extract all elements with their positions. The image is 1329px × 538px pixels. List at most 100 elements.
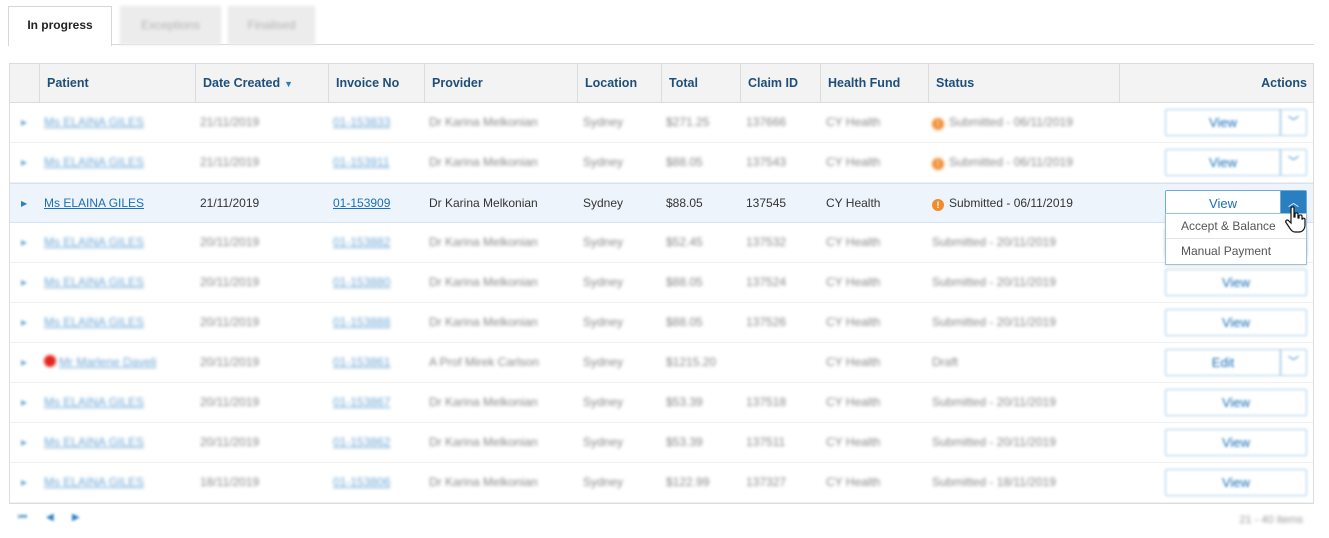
tab-exceptions[interactable]: Exceptions — [120, 6, 221, 45]
cell-invoice-text[interactable]: 01-153861 — [333, 355, 390, 369]
cell-invoice[interactable]: 01-153861 — [333, 343, 390, 382]
cell-patient-text[interactable]: Ms ELAINA GILES — [44, 435, 144, 449]
column-header-health-fund[interactable]: Health Fund — [820, 64, 928, 102]
table-row[interactable]: ▶ Ms ELAINA GILES 21/11/2019 01-153909 Dr Ka… — [10, 183, 1313, 223]
cell-location-text: Sydney — [583, 196, 624, 210]
cell-invoice-text[interactable]: 01-153880 — [333, 275, 390, 289]
cell-invoice-text[interactable]: 01-153888 — [333, 315, 390, 329]
cell-invoice-text[interactable]: 01-153862 — [333, 435, 390, 449]
cell-patient-text[interactable]: Mr Marlene Daveli — [59, 355, 156, 369]
table-row[interactable]: ▶ Ms ELAINA GILES 21/11/2019 01-153911 Dr Ka… — [10, 143, 1313, 183]
cell-date: 21/11/2019 — [200, 143, 259, 182]
table-row[interactable]: ▶ Ms ELAINA GILES 21/11/2019 01-153833 Dr Ka… — [10, 103, 1313, 143]
expand-row-icon[interactable]: ▶ — [21, 423, 27, 462]
cell-patient-text[interactable]: Ms ELAINA GILES — [44, 275, 144, 289]
cell-patient-text[interactable]: Ms ELAINA GILES — [44, 395, 144, 409]
table-row[interactable]: ▶ Ms ELAINA GILES 20/11/2019 01-153862 Dr Ka… — [10, 423, 1313, 463]
column-header-status[interactable]: Status — [928, 64, 1119, 102]
cell-patient[interactable]: Ms ELAINA GILES — [44, 143, 144, 182]
cell-invoice-text[interactable]: 01-153909 — [333, 196, 390, 210]
column-header-patient[interactable]: Patient — [39, 64, 195, 102]
column-header-date-created[interactable]: Date Created ▼ — [195, 64, 328, 102]
cell-patient[interactable]: Ms ELAINA GILES — [44, 463, 144, 502]
row-action-button[interactable]: View — [1166, 430, 1306, 455]
cell-patient-text[interactable]: Ms ELAINA GILES — [44, 155, 144, 169]
table-row[interactable]: ▶ Ms ELAINA GILES 20/11/2019 01-153882 Dr Ka… — [10, 223, 1313, 263]
cell-location-text: Sydney — [583, 115, 624, 129]
cell-invoice[interactable]: 01-153909 — [333, 184, 390, 223]
cell-invoice-text[interactable]: 01-153882 — [333, 235, 390, 249]
cell-patient[interactable]: Ms ELAINA GILES — [44, 423, 144, 462]
row-action-button[interactable]: View — [1166, 470, 1306, 495]
table-row[interactable]: ▶ Ms ELAINA GILES 20/11/2019 01-153880 Dr Ka… — [10, 263, 1313, 303]
sort-descending-icon[interactable]: ▼ — [284, 79, 293, 89]
cell-invoice[interactable]: 01-153880 — [333, 263, 390, 302]
table-row[interactable]: ▶ Ms ELAINA GILES 18/11/2019 01-153806 Dr Ka… — [10, 463, 1313, 503]
cell-patient[interactable]: Ms ELAINA GILES — [44, 184, 144, 223]
cell-invoice[interactable]: 01-153867 — [333, 383, 390, 422]
cell-invoice[interactable]: 01-153806 — [333, 463, 390, 502]
column-header-total[interactable]: Total — [661, 64, 740, 102]
row-action-button[interactable]: Edit — [1166, 350, 1280, 375]
first-page-icon[interactable]: ⏮ — [18, 512, 27, 523]
row-action-button[interactable]: View — [1166, 110, 1280, 135]
column-header-provider[interactable]: Provider — [424, 64, 577, 102]
cell-provider-text: Dr Karina Melkonian — [429, 115, 538, 129]
cell-patient[interactable]: Ms ELAINA GILES — [44, 103, 144, 142]
expand-row-icon[interactable]: ▶ — [21, 343, 27, 382]
cell-patient-text[interactable]: Ms ELAINA GILES — [44, 315, 144, 329]
chevron-down-icon[interactable]: ﹀ — [1280, 110, 1306, 135]
cell-patient[interactable]: Mr Marlene Daveli — [44, 343, 156, 382]
cell-provider-text: Dr Karina Melkonian — [429, 395, 538, 409]
cell-patient[interactable]: Ms ELAINA GILES — [44, 223, 144, 262]
column-header-claim-id[interactable]: Claim ID — [740, 64, 820, 102]
chevron-down-icon[interactable]: ﹀ — [1280, 350, 1306, 375]
next-page-icon[interactable]: ▶ — [72, 512, 80, 523]
cell-patient[interactable]: Ms ELAINA GILES — [44, 383, 144, 422]
expand-row-icon[interactable]: ▶ — [21, 383, 27, 422]
row-action-button[interactable]: View — [1166, 150, 1280, 175]
cell-invoice-text[interactable]: 01-153833 — [333, 115, 390, 129]
cell-provider-text: Dr Karina Melkonian — [429, 235, 538, 249]
expand-row-icon[interactable]: ▶ — [21, 263, 27, 302]
cell-invoice-text[interactable]: 01-153911 — [333, 155, 390, 169]
cell-invoice[interactable]: 01-153882 — [333, 223, 390, 262]
column-header-invoice[interactable]: Invoice No — [328, 64, 424, 102]
expand-row-icon[interactable]: ▶ — [21, 103, 27, 142]
row-action-button[interactable]: View — [1166, 270, 1306, 295]
cell-invoice-text[interactable]: 01-153867 — [333, 395, 390, 409]
expand-row-icon[interactable]: ▶ — [21, 303, 27, 342]
cell-provider: Dr Karina Melkonian — [429, 423, 538, 462]
row-action-button[interactable]: View — [1166, 310, 1306, 335]
previous-page-icon[interactable]: ◀ — [46, 512, 54, 523]
menu-item-manual-payment[interactable]: Manual Payment — [1166, 239, 1306, 264]
cell-date: 20/11/2019 — [200, 423, 259, 462]
cell-patient[interactable]: Ms ELAINA GILES — [44, 263, 144, 302]
cell-provider: Dr Karina Melkonian — [429, 143, 538, 182]
tab-in-progress[interactable]: In progress — [8, 6, 112, 46]
cell-location-text: Sydney — [583, 395, 624, 409]
table-row[interactable]: ▶ Ms ELAINA GILES 20/11/2019 01-153888 Dr Ka… — [10, 303, 1313, 343]
chevron-down-icon[interactable]: ﹀ — [1280, 150, 1306, 175]
cell-patient-text[interactable]: Ms ELAINA GILES — [44, 235, 144, 249]
expand-row-icon[interactable]: ▶ — [21, 143, 27, 182]
cell-patient-text[interactable]: Ms ELAINA GILES — [44, 475, 144, 489]
column-header-location[interactable]: Location — [577, 64, 661, 102]
expand-row-icon[interactable]: ▶ — [21, 463, 27, 502]
cell-invoice-text[interactable]: 01-153806 — [333, 475, 390, 489]
cell-patient[interactable]: Ms ELAINA GILES — [44, 303, 144, 342]
table-row[interactable]: ▶ Ms ELAINA GILES 20/11/2019 01-153867 Dr Ka… — [10, 383, 1313, 423]
cell-patient-text[interactable]: Ms ELAINA GILES — [44, 115, 144, 129]
expand-row-icon[interactable]: ▶ — [21, 184, 27, 223]
tab-finalised[interactable]: Finalised — [228, 6, 315, 45]
cell-invoice[interactable]: 01-153862 — [333, 423, 390, 462]
table-row[interactable]: ▶ Mr Marlene Daveli 20/11/2019 01-153861 A P… — [10, 343, 1313, 383]
cell-invoice[interactable]: 01-153888 — [333, 303, 390, 342]
cell-patient-text[interactable]: Ms ELAINA GILES — [44, 196, 144, 210]
cell-total: $88.05 — [666, 184, 703, 223]
row-action-button[interactable]: View — [1166, 390, 1306, 415]
cell-invoice[interactable]: 01-153833 — [333, 103, 390, 142]
expand-row-icon[interactable]: ▶ — [21, 223, 27, 262]
cell-invoice[interactable]: 01-153911 — [333, 143, 390, 182]
cell-location-text: Sydney — [583, 315, 624, 329]
